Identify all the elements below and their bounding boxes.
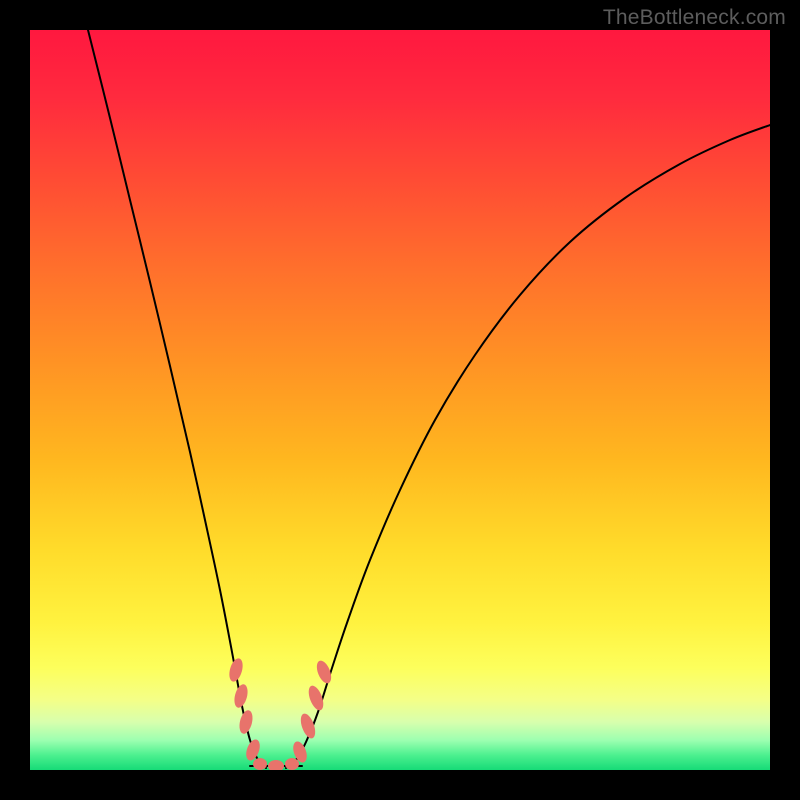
curve-marker xyxy=(232,683,250,709)
curve-right-branch xyxy=(286,125,770,768)
curve-marker xyxy=(268,760,284,770)
curve-marker xyxy=(253,758,267,770)
curve-marker xyxy=(285,758,299,770)
curve-left-branch xyxy=(88,30,266,768)
bottleneck-curve xyxy=(30,30,770,770)
watermark-text: TheBottleneck.com xyxy=(603,6,786,30)
curve-marker xyxy=(227,657,245,683)
plot-area xyxy=(30,30,770,770)
curve-marker xyxy=(237,709,254,735)
chart-frame: TheBottleneck.com xyxy=(0,0,800,800)
curve-marker xyxy=(298,712,318,741)
